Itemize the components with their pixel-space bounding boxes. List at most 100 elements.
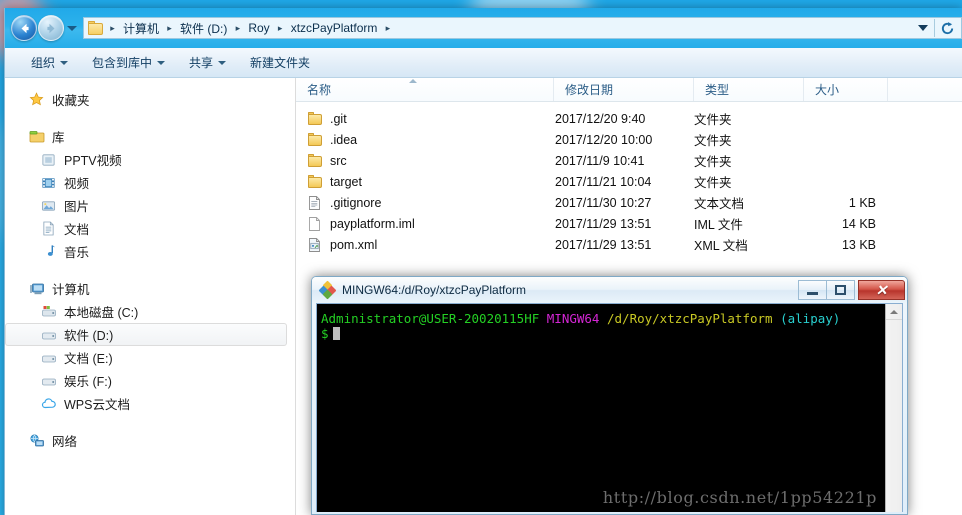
blank-file-icon [307, 216, 323, 232]
breadcrumb-item-roy[interactable]: Roy [244, 20, 273, 36]
file-date: 2017/11/29 13:51 [555, 216, 652, 231]
folder-icon [307, 153, 323, 169]
sidebar-item-label: 本地磁盘 (C:) [64, 306, 139, 320]
star-icon [28, 92, 45, 108]
sidebar-item-computer[interactable]: 计算机 [5, 277, 295, 300]
drive-icon [40, 327, 57, 343]
toolbar-new-folder-button[interactable]: 新建文件夹 [238, 49, 322, 76]
terminal-screen[interactable]: Administrator@USER-20020115HF MINGW64 /d… [317, 304, 885, 512]
mingw-icon [318, 280, 337, 300]
refresh-icon[interactable] [935, 21, 959, 36]
library-icon [28, 129, 45, 145]
sidebar-item-favorites[interactable]: 收藏夹 [5, 88, 295, 111]
watermark-text: http://blog.csdn.net/1pp54221p [602, 488, 877, 507]
file-name: .gitignore [330, 195, 382, 210]
file-name: src [330, 153, 347, 168]
sidebar-item-documents[interactable]: 文档 [5, 217, 295, 240]
navigation-buttons [11, 15, 83, 41]
table-row[interactable]: target 2017/11/21 10:04 文件夹 [296, 171, 962, 192]
table-row[interactable]: .gitignore 2017/11/30 10:27 文本文档 1 KB [296, 192, 962, 213]
sidebar-item-label: 图片 [64, 200, 90, 214]
breadcrumb-item-drive-d[interactable]: 软件 (D:) [176, 19, 231, 38]
sidebar-item-label: 软件 (D:) [64, 329, 114, 343]
sidebar-item-label: 文档 [64, 223, 90, 237]
sidebar-item-label: 娱乐 (F:) [64, 375, 112, 389]
breadcrumb-separator[interactable]: ▸ [163, 23, 176, 33]
chevron-down-icon[interactable] [912, 25, 934, 31]
sidebar-item-music[interactable]: 音乐 [5, 240, 295, 263]
chevron-down-icon [60, 60, 69, 65]
column-header-name[interactable]: 名称 [296, 78, 554, 101]
breadcrumb-bar[interactable]: ▸ 计算机 ▸ 软件 (D:) ▸ Roy ▸ xtzcPayPlatform … [83, 17, 962, 39]
sidebar-item-label: WPS云文档 [64, 398, 130, 412]
breadcrumb-item-xtzcpayplatform[interactable]: xtzcPayPlatform [287, 20, 382, 36]
sidebar-item-pptv[interactable]: PPTV视频 [5, 148, 295, 171]
folder-icon [307, 132, 323, 148]
forward-button[interactable] [38, 15, 64, 41]
xml-file-icon [307, 237, 323, 253]
table-row[interactable]: src 2017/11/9 10:41 文件夹 [296, 150, 962, 171]
recent-locations-button[interactable] [65, 15, 79, 41]
text-file-icon [307, 195, 323, 211]
sidebar-item-drive-e[interactable]: 文档 (E:) [5, 346, 295, 369]
file-name: pom.xml [330, 237, 378, 252]
scroll-up-button[interactable] [886, 304, 902, 320]
file-date: 2017/12/20 10:00 [555, 132, 653, 147]
sidebar-item-label: PPTV视频 [64, 154, 122, 168]
close-button[interactable]: ✕ [858, 280, 905, 300]
table-row[interactable]: .idea 2017/12/20 10:00 文件夹 [296, 129, 962, 150]
column-header-date-modified[interactable]: 修改日期 [554, 78, 694, 101]
toolbar-include-in-library-button[interactable]: 包含到库中 [80, 49, 177, 76]
file-type: 文本文档 [694, 197, 745, 211]
toolbar-share-button[interactable]: 共享 [177, 49, 238, 76]
file-date: 2017/11/9 10:41 [555, 153, 645, 168]
back-button[interactable] [11, 15, 37, 41]
mingw64-terminal-window: MINGW64:/d/Roy/xtzcPayPlatform ✕ Adminis… [311, 276, 908, 515]
file-type: 文件夹 [694, 176, 732, 190]
file-name-cell: pom.xml [296, 237, 554, 253]
column-header-type[interactable]: 类型 [694, 78, 804, 101]
column-header-size[interactable]: 大小 [804, 78, 888, 101]
sidebar-item-label: 文档 (E:) [64, 352, 113, 366]
sidebar-item-drive-c[interactable]: 本地磁盘 (C:) [5, 300, 295, 323]
toolbar-organize-button[interactable]: 组织 [19, 49, 80, 76]
sidebar-item-network[interactable]: 网络 [5, 429, 295, 452]
column-header-label: 修改日期 [565, 83, 614, 97]
file-name-cell: .git [296, 111, 554, 127]
terminal-title-bar[interactable]: MINGW64:/d/Roy/xtzcPayPlatform ✕ [312, 277, 907, 303]
sidebar-item-libraries[interactable]: 库 [5, 125, 295, 148]
sidebar-item-label: 视频 [64, 177, 90, 191]
sidebar-item-videos[interactable]: 视频 [5, 171, 295, 194]
breadcrumb-separator[interactable]: ▸ [231, 23, 244, 33]
network-icon [28, 433, 45, 449]
sidebar-item-pictures[interactable]: 图片 [5, 194, 295, 217]
breadcrumb-item-computer[interactable]: 计算机 [119, 19, 163, 38]
sidebar-item-label: 音乐 [64, 246, 90, 260]
breadcrumb-separator[interactable]: ▸ [106, 23, 119, 33]
file-name: target [330, 174, 362, 189]
sidebar-item-drive-d[interactable]: 软件 (D:) [5, 323, 287, 346]
file-date: 2017/12/20 9:40 [555, 111, 646, 126]
file-type: 文件夹 [694, 155, 732, 169]
sidebar-item-wps-cloud[interactable]: WPS云文档 [5, 392, 295, 415]
terminal-cursor [332, 327, 340, 340]
table-row[interactable]: payplatform.iml 2017/11/29 13:51 IML 文件 … [296, 213, 962, 234]
terminal-scrollbar[interactable] [885, 304, 902, 512]
minimize-button[interactable] [798, 280, 827, 300]
file-name-cell: target [296, 174, 554, 190]
terminal-inner: Administrator@USER-20020115HF MINGW64 /d… [316, 303, 903, 512]
breadcrumb-separator[interactable]: ▸ [274, 23, 287, 33]
table-row[interactable]: pom.xml 2017/11/29 13:51 XML 文档 13 KB [296, 234, 962, 255]
table-row[interactable]: .git 2017/12/20 9:40 文件夹 [296, 108, 962, 129]
breadcrumb-separator[interactable]: ▸ [381, 23, 394, 33]
maximize-button[interactable] [826, 280, 855, 300]
sidebar-item-drive-f[interactable]: 娱乐 (F:) [5, 369, 295, 392]
prompt-dollar: $ [321, 326, 329, 341]
file-name-cell: payplatform.iml [296, 216, 554, 232]
prompt-user-host: Administrator@USER-20020115HF [321, 311, 540, 326]
toolbar-item-label: 包含到库中 [92, 56, 153, 70]
file-type: 文件夹 [694, 113, 732, 127]
